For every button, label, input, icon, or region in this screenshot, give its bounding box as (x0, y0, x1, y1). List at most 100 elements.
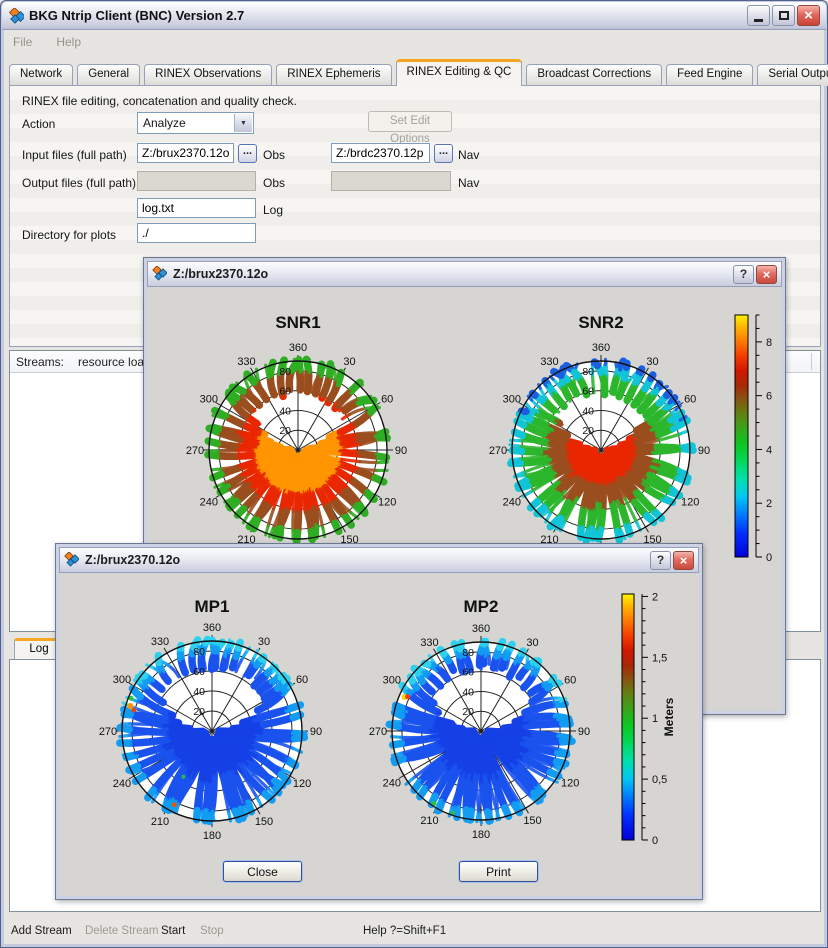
svg-text:80: 80 (582, 366, 594, 378)
close-icon: × (804, 8, 813, 23)
input-obs-field[interactable] (137, 143, 234, 163)
svg-text:60: 60 (279, 386, 291, 398)
svg-text:MP1: MP1 (195, 597, 230, 616)
bnc-app-icon (8, 8, 24, 24)
print-plot-button[interactable]: Print (459, 861, 538, 882)
svg-text:6: 6 (766, 391, 772, 403)
svg-text:2: 2 (652, 591, 658, 603)
svg-text:270: 270 (489, 445, 507, 457)
svg-text:240: 240 (503, 497, 521, 509)
svg-text:20: 20 (279, 425, 291, 437)
menu-help[interactable]: Help (56, 35, 81, 49)
app-stage: BKG Ntrip Client (BNC) Version 2.7 × Fil… (0, 0, 828, 948)
help-hint: Help ?=Shift+F1 (363, 925, 446, 937)
svg-text:8: 8 (766, 337, 772, 349)
help-button[interactable]: ? (733, 265, 754, 284)
snr-dialog-titlebar[interactable]: Z:/brux2370.12o ? × (147, 261, 782, 287)
action-start[interactable]: Start (161, 925, 185, 937)
svg-text:60: 60 (582, 386, 594, 398)
input-nav-field[interactable] (331, 143, 430, 163)
svg-text:270: 270 (186, 445, 204, 457)
svg-text:0: 0 (652, 835, 658, 847)
browse-obs-button[interactable]: ... (238, 144, 257, 163)
help-button[interactable]: ? (650, 551, 671, 570)
window-title: BKG Ntrip Client (BNC) Version 2.7 (29, 8, 747, 23)
obs-label-input: Obs (263, 148, 285, 162)
chevron-down-icon[interactable]: ▼ (234, 114, 252, 132)
svg-text:60: 60 (462, 667, 474, 679)
nav-label-input: Nav (458, 148, 479, 162)
tab-rinex-ephemeris[interactable]: RINEX Ephemeris (276, 64, 391, 86)
bnc-dialog-icon (152, 266, 168, 282)
tab-feed-engine[interactable]: Feed Engine (666, 64, 753, 86)
tab-broadcast-corrections[interactable]: Broadcast Corrections (526, 64, 662, 86)
main-titlebar[interactable]: BKG Ntrip Client (BNC) Version 2.7 × (2, 2, 826, 30)
svg-text:60: 60 (193, 666, 205, 678)
svg-text:30: 30 (646, 356, 658, 368)
close-button[interactable]: × (797, 5, 820, 26)
svg-text:330: 330 (420, 637, 438, 649)
tab-rinex-editing-qc[interactable]: RINEX Editing & QC (396, 59, 523, 86)
set-edit-options-button: Set Edit Options (368, 111, 452, 132)
svg-text:120: 120 (681, 497, 699, 509)
svg-text:90: 90 (310, 726, 322, 738)
svg-text:360: 360 (592, 342, 610, 354)
svg-text:4: 4 (766, 444, 772, 456)
minimize-icon (754, 19, 763, 22)
mp-plot-dialog: Z:/brux2370.12o ? × 80604020360306090120… (55, 543, 703, 900)
svg-text:90: 90 (698, 445, 710, 457)
svg-text:300: 300 (113, 674, 131, 686)
maximize-button[interactable] (772, 5, 795, 26)
svg-text:300: 300 (503, 394, 521, 406)
svg-text:30: 30 (343, 356, 355, 368)
mp-dialog-title: Z:/brux2370.12o (85, 553, 648, 567)
tab-network[interactable]: Network (9, 64, 73, 86)
action-stop: Stop (200, 925, 224, 937)
close-icon[interactable]: × (673, 551, 694, 570)
svg-text:60: 60 (381, 394, 393, 406)
svg-text:SNR2: SNR2 (578, 313, 623, 332)
svg-text:270: 270 (99, 726, 117, 738)
browse-nav-button[interactable]: ... (434, 144, 453, 163)
svg-text:2: 2 (766, 498, 772, 510)
svg-text:150: 150 (255, 816, 273, 828)
log-file-field[interactable] (137, 198, 256, 218)
output-nav-field (331, 171, 451, 191)
svg-text:80: 80 (462, 647, 474, 659)
tab-general[interactable]: General (77, 64, 140, 86)
status-bar: Add StreamDelete StreamStartStopHelp ?=S… (5, 917, 823, 945)
svg-text:40: 40 (582, 405, 594, 417)
svg-text:210: 210 (151, 816, 169, 828)
action-value: Analyze (143, 116, 186, 130)
svg-text:0: 0 (766, 552, 772, 564)
tab-serial-output[interactable]: Serial Output (757, 64, 828, 86)
svg-text:240: 240 (113, 778, 131, 790)
panel-description: RINEX file editing, concatenation and qu… (22, 94, 297, 108)
minimize-button[interactable] (747, 5, 770, 26)
svg-text:20: 20 (582, 425, 594, 437)
svg-text:360: 360 (203, 622, 221, 634)
action-select[interactable]: Analyze ▼ (137, 112, 254, 134)
bnc-dialog-icon (64, 552, 80, 568)
svg-text:60: 60 (564, 675, 576, 687)
svg-text:330: 330 (237, 356, 255, 368)
menu-file[interactable]: File (13, 35, 32, 49)
svg-text:SNR1: SNR1 (275, 313, 320, 332)
svg-text:Meters: Meters (662, 697, 676, 736)
svg-text:330: 330 (151, 636, 169, 648)
svg-text:20: 20 (462, 706, 474, 718)
close-icon[interactable]: × (756, 265, 777, 284)
svg-text:90: 90 (395, 445, 407, 457)
mp-dialog-titlebar[interactable]: Z:/brux2370.12o ? × (59, 547, 699, 573)
action-add-stream[interactable]: Add Stream (11, 925, 72, 937)
svg-text:360: 360 (289, 342, 307, 354)
plots-dir-field[interactable] (137, 223, 256, 243)
streams-column-divider (811, 353, 812, 370)
close-plot-button[interactable]: Close (223, 861, 302, 882)
svg-text:120: 120 (561, 778, 579, 790)
output-files-label: Output files (full path) (22, 176, 136, 190)
tab-rinex-observations[interactable]: RINEX Observations (144, 64, 272, 86)
log-label: Log (263, 203, 283, 217)
streams-label: Streams: (16, 355, 64, 369)
svg-text:0,5: 0,5 (652, 774, 667, 786)
